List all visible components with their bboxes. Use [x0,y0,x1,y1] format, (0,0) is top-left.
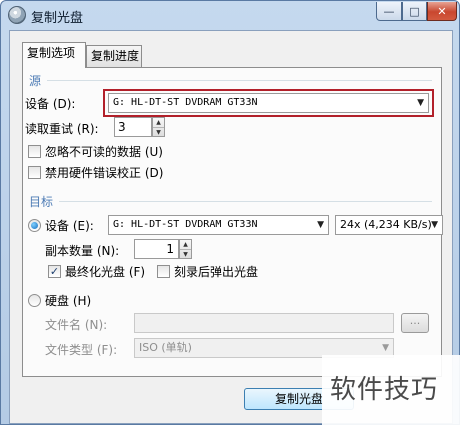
disc-icon [8,6,26,24]
maximize-button[interactable]: □ [402,2,427,21]
ignore-unreadable-checkbox[interactable] [28,145,41,158]
read-retry-input[interactable]: 3 [114,117,152,137]
copies-input[interactable]: 1 [134,239,179,259]
source-group-divider [47,80,432,81]
filetype-label: 文件类型 (F): [45,343,118,357]
read-retry-stepper[interactable]: ▲ ▼ [152,117,165,137]
disable-ecc-checkbox[interactable] [28,166,41,179]
target-device-value: G: HL-DT-ST DVDRAM GT33N [113,219,258,230]
filename-label: 文件名 (N): [45,318,108,332]
read-retry-label: 读取重试 (R): [25,122,99,136]
target-device-radio[interactable] [28,219,41,232]
filename-input[interactable] [134,313,394,333]
target-group-divider [59,201,432,202]
spin-up-icon[interactable]: ▲ [153,118,164,127]
eject-after-burn-label: 刻录后弹出光盘 [174,265,259,279]
eject-after-burn-checkbox[interactable] [157,265,170,278]
hard-disk-radio[interactable] [28,294,41,307]
filetype-value: ISO (单轨) [139,341,192,354]
title-bar[interactable]: 复制光盘 — □ ✕ [1,1,459,29]
minimize-button[interactable]: — [376,2,402,21]
chevron-down-icon: ▼ [431,220,438,230]
source-device-value: G: HL-DT-ST DVDRAM GT33N [113,97,258,108]
watermark: 软件技巧 [322,355,460,425]
browse-button[interactable]: ... [401,313,429,333]
source-device-label: 设备 (D): [25,97,76,111]
copies-stepper[interactable]: ▲ ▼ [179,239,192,259]
copies-label: 副本数量 (N): [45,244,120,258]
copy-options-panel: 源 设备 (D): G: HL-DT-ST DVDRAM GT33N ▼ 读取重… [22,67,443,377]
target-device-select[interactable]: G: HL-DT-ST DVDRAM GT33N ▼ [108,215,329,235]
source-group-title: 源 [29,74,42,88]
write-speed-select[interactable]: 24x (4,234 KB/s) ▼ [335,215,443,235]
target-device-label: 设备 (E): [45,219,94,233]
disable-ecc-label: 禁用硬件错误校正 (D) [45,166,164,180]
chevron-down-icon: ▼ [317,220,324,230]
hard-disk-label: 硬盘 (H) [45,294,92,308]
ignore-unreadable-label: 忽略不可读的数据 (U) [45,145,163,159]
finalize-disc-checkbox[interactable]: ✓ [48,265,61,278]
target-group-title: 目标 [29,195,54,209]
finalize-disc-label: 最终化光盘 (F) [65,265,146,279]
tab-copy-options[interactable]: 复制选项 [22,42,86,68]
window-title: 复制光盘 [31,11,84,26]
source-device-select[interactable]: G: HL-DT-ST DVDRAM GT33N ▼ [108,93,429,113]
write-speed-value: 24x (4,234 KB/s) [340,218,432,231]
spin-up-icon[interactable]: ▲ [180,240,191,249]
watermark-text: 软件技巧 [330,375,439,405]
spin-down-icon[interactable]: ▼ [153,127,164,136]
close-button[interactable]: ✕ [427,2,457,21]
spin-down-icon[interactable]: ▼ [180,249,191,258]
chevron-down-icon: ▼ [417,98,424,108]
tab-copy-progress[interactable]: 复制进度 [86,45,142,67]
